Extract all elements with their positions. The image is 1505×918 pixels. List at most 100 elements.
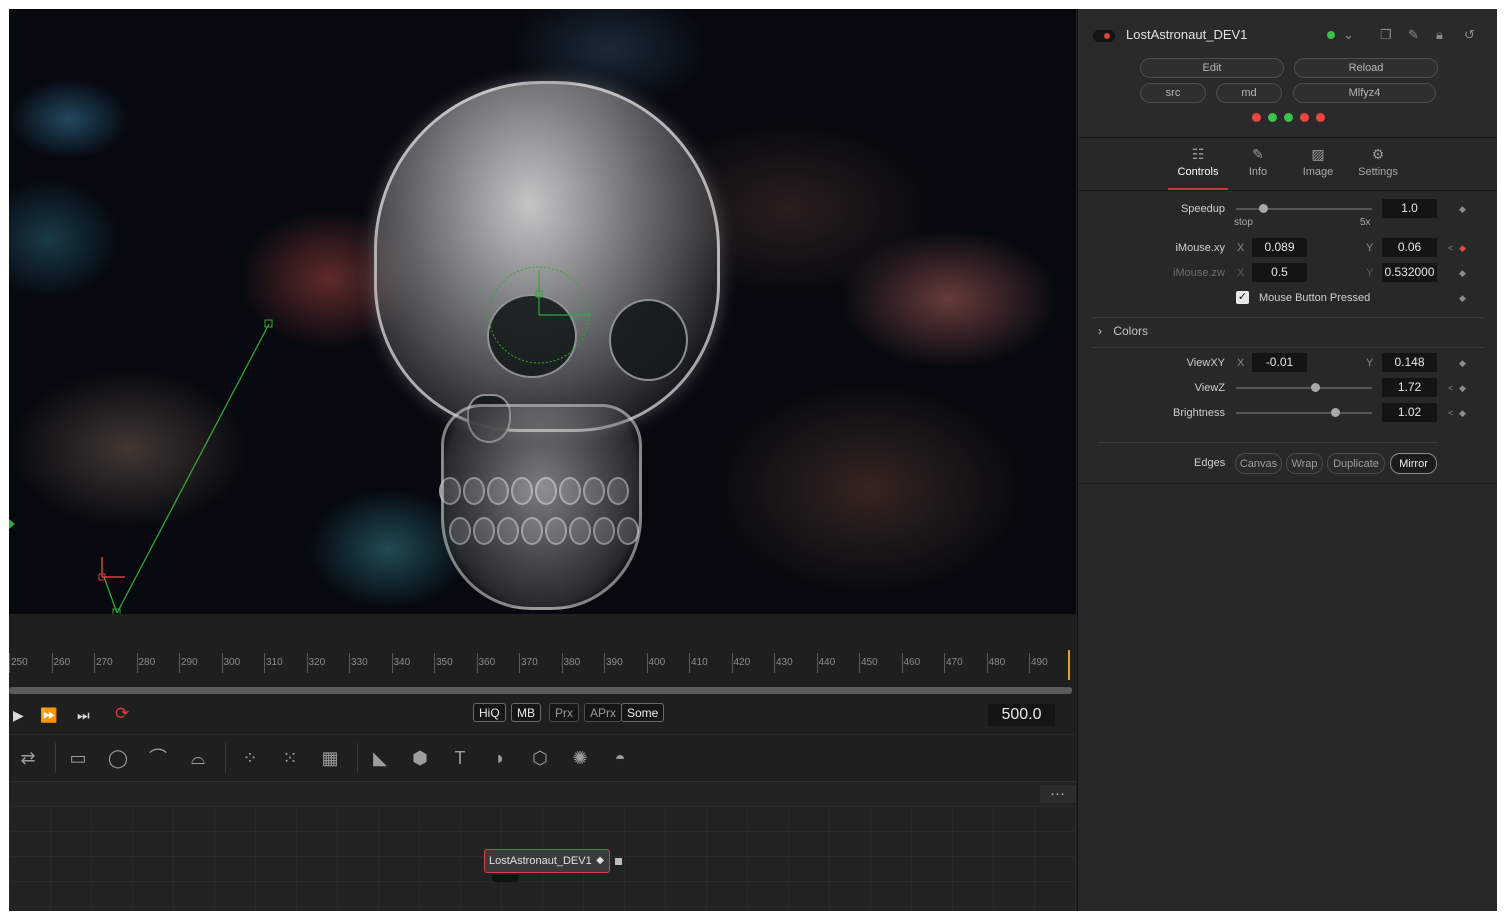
ruler-tick bbox=[604, 653, 605, 673]
ruler-tick-label: 270 bbox=[96, 657, 113, 668]
edges-canvas-button[interactable]: Canvas bbox=[1235, 453, 1282, 474]
ruler-tick bbox=[816, 653, 818, 673]
more-options-icon[interactable]: … bbox=[1040, 783, 1076, 803]
keyframe-icon[interactable]: ◆ bbox=[1459, 358, 1466, 369]
quality-mb-button[interactable]: MB bbox=[511, 703, 541, 722]
node-input-port[interactable] bbox=[492, 875, 518, 882]
viewz-label: ViewZ bbox=[1194, 382, 1225, 394]
ruler-tick bbox=[519, 653, 520, 673]
timeline-ruler[interactable]: 250 260 270 280 290 300 310 320 330 340 350 360 370 3… bbox=[9, 647, 1076, 679]
edges-duplicate-button[interactable]: Duplicate bbox=[1327, 453, 1385, 474]
src-button[interactable]: src bbox=[1140, 83, 1206, 103]
skip-end-icon[interactable]: ⏭ bbox=[77, 707, 90, 723]
text-3d-icon[interactable]: T bbox=[447, 745, 473, 771]
imouse-xy-y-field[interactable]: 0.06 bbox=[1382, 238, 1437, 257]
reset-icon[interactable]: ↺ bbox=[1464, 27, 1475, 43]
imouse-xy-label: iMouse.xy bbox=[1175, 242, 1225, 254]
edges-mirror-button[interactable]: Mirror bbox=[1390, 453, 1437, 474]
viewz-slider[interactable] bbox=[1236, 387, 1372, 389]
viewxy-x-field[interactable]: -0.01 bbox=[1252, 353, 1307, 372]
status-dot bbox=[1316, 113, 1325, 122]
version-icon[interactable]: ❐ bbox=[1380, 27, 1392, 43]
loop-icon[interactable]: ⟳ bbox=[115, 704, 129, 723]
keyframe-icon[interactable]: ◆ bbox=[1459, 383, 1466, 394]
imouse-zw-y-field[interactable]: 0.532000 bbox=[1382, 263, 1437, 282]
viewz-field[interactable]: 1.72 bbox=[1382, 378, 1437, 397]
renderer-3d-icon[interactable]: ◓ bbox=[607, 745, 633, 771]
tab-settings[interactable]: ⚙ Settings bbox=[1348, 138, 1408, 188]
quality-prx-button[interactable]: Prx bbox=[549, 703, 579, 722]
ruler-tick bbox=[731, 653, 733, 673]
pin-icon[interactable]: ✎ bbox=[1408, 27, 1419, 43]
light-3d-icon[interactable]: ✺ bbox=[567, 745, 593, 771]
prev-keyframe-icon[interactable]: < bbox=[1448, 408, 1453, 418]
quality-aprx-button[interactable]: APrx bbox=[584, 703, 623, 722]
tab-controls[interactable]: ☷ Controls bbox=[1168, 138, 1228, 190]
lock-icon[interactable]: 🔒︎ bbox=[1436, 27, 1443, 43]
rectangle-mask-icon[interactable]: ▭ bbox=[65, 745, 91, 771]
camera-3d-icon[interactable]: ⬡ bbox=[527, 745, 553, 771]
mouse-pressed-checkbox[interactable]: ✓ bbox=[1236, 291, 1249, 304]
quality-hiq-button[interactable]: HiQ bbox=[473, 703, 506, 722]
viewxy-y-label: Y bbox=[1366, 357, 1374, 369]
ruler-tick-label: 450 bbox=[861, 657, 878, 668]
timeline-scrollbar[interactable] bbox=[9, 687, 1072, 694]
speedup-slider[interactable] bbox=[1236, 208, 1372, 210]
colors-section-header[interactable]: › Colors bbox=[1098, 324, 1148, 338]
particle-style-icon[interactable]: ▦ bbox=[317, 745, 343, 771]
ellipse-mask-icon[interactable]: ◯ bbox=[105, 745, 131, 771]
mlfyz4-button[interactable]: Mlfyz4 bbox=[1293, 83, 1436, 103]
edges-wrap-button[interactable]: Wrap bbox=[1286, 453, 1323, 474]
node-output-port[interactable] bbox=[615, 858, 622, 865]
speedup-field[interactable]: 1.0 bbox=[1382, 199, 1437, 218]
md-button[interactable]: md bbox=[1216, 83, 1282, 103]
tool-enable-toggle[interactable] bbox=[1093, 30, 1115, 42]
ruler-tick bbox=[434, 653, 435, 673]
viewxy-y-field[interactable]: 0.148 bbox=[1382, 353, 1437, 372]
chevron-down-icon[interactable]: ⌄ bbox=[1343, 27, 1354, 43]
keyframe-icon[interactable]: ◆ bbox=[1459, 268, 1466, 279]
ruler-tick bbox=[561, 653, 563, 673]
speedup-min-label: stop bbox=[1234, 217, 1253, 228]
merge-3d-icon[interactable]: ◗ bbox=[487, 745, 513, 771]
brightness-slider-knob[interactable] bbox=[1331, 408, 1341, 417]
section-divider bbox=[1092, 317, 1484, 318]
brightness-slider[interactable] bbox=[1236, 412, 1372, 414]
playhead[interactable] bbox=[1068, 650, 1070, 680]
fusion-app: 250 260 270 280 290 300 310 320 330 340 350 360 370 3… bbox=[9, 9, 1497, 911]
tab-info[interactable]: ✎ Info bbox=[1228, 138, 1288, 188]
prev-keyframe-icon[interactable]: < bbox=[1448, 243, 1453, 253]
bspline-mask-icon[interactable]: ⌓ bbox=[185, 745, 211, 771]
imouse-zw-x-label: X bbox=[1237, 267, 1245, 279]
current-frame-field[interactable]: 500.0 bbox=[988, 704, 1055, 726]
reload-button[interactable]: Reload bbox=[1294, 58, 1438, 78]
speedup-slider-knob[interactable] bbox=[1259, 204, 1269, 213]
transform-icon[interactable]: ⇄ bbox=[15, 745, 41, 771]
particle-emitter-icon[interactable]: ⁘ bbox=[237, 745, 263, 771]
status-dot bbox=[1252, 113, 1261, 122]
imouse-zw-x-field[interactable]: 0.5 bbox=[1252, 263, 1307, 282]
viewer-canvas[interactable] bbox=[9, 9, 1076, 614]
node-lostastronaut[interactable]: LostAstronaut_DEV1 ◆ bbox=[484, 849, 610, 873]
edit-button[interactable]: Edit bbox=[1140, 58, 1284, 78]
particle-render-icon[interactable]: ⁙ bbox=[277, 745, 303, 771]
spline-line bbox=[116, 323, 270, 614]
tab-image[interactable]: ▨ Image bbox=[1288, 138, 1348, 188]
viewz-slider-knob[interactable] bbox=[1310, 383, 1320, 392]
ruler-tick-label: 430 bbox=[776, 657, 793, 668]
brightness-field[interactable]: 1.02 bbox=[1382, 403, 1437, 422]
keyframe-icon[interactable]: ◆ bbox=[1459, 408, 1466, 419]
keyframe-icon[interactable]: ◆ bbox=[1459, 243, 1466, 254]
shape-3d-icon[interactable]: ⬢ bbox=[407, 745, 433, 771]
quality-some-button[interactable]: Some bbox=[621, 703, 665, 722]
prev-keyframe-icon[interactable]: < bbox=[1448, 383, 1453, 393]
play-icon[interactable]: ▶ bbox=[13, 707, 24, 723]
tab-label: Image bbox=[1302, 166, 1334, 178]
imouse-xy-x-field[interactable]: 0.089 bbox=[1252, 238, 1307, 257]
fast-forward-icon[interactable]: ⏩ bbox=[40, 707, 57, 723]
image-plane-3d-icon[interactable]: ◣ bbox=[367, 745, 393, 771]
keyframe-icon[interactable]: ◆ bbox=[1459, 293, 1466, 304]
keyframe-icon[interactable]: ◆ bbox=[1459, 204, 1466, 215]
polygon-mask-icon[interactable]: ⌒ bbox=[145, 745, 171, 771]
node-editor[interactable]: LostAstronaut_DEV1 ◆ bbox=[9, 806, 1076, 911]
